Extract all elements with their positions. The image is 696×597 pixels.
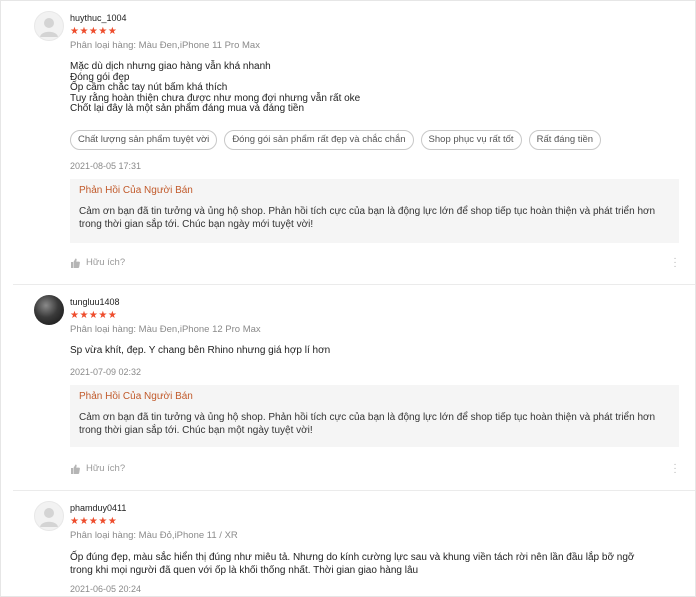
seller-reply-title: Phản Hồi Của Người Bán — [79, 185, 193, 196]
review-content: Sp vừa khít, đẹp. Y chang bên Rhino nhưn… — [70, 345, 670, 357]
thumb-up-icon — [71, 258, 80, 268]
review-line: Ốp cầm chắc tay nút bấm khá thích — [70, 82, 228, 93]
rating-stars: ★★★★★ — [70, 310, 118, 321]
review-line: Chốt lại đây là một sản phẩm đáng mua và… — [70, 103, 305, 114]
review-timestamp: 2021-06-05 20:24 — [70, 584, 142, 594]
seller-reply-text: Cảm ơn bạn đã tin tưởng và ủng hộ shop. … — [79, 412, 656, 436]
review-line: trong khi mọi người đã quen với ốp là kh… — [70, 565, 419, 576]
review-tags: Chất lượng sản phẩm tuyệt vời Đóng gói s… — [70, 130, 602, 150]
product-variant: Phân loại hàng: Màu Đỏ,iPhone 11 / XR — [70, 530, 238, 541]
helpful-label: Hữu ích? — [86, 463, 126, 474]
rating-stars: ★★★★★ — [70, 26, 118, 37]
review-line: Sp vừa khít, đẹp. Y chang bên Rhino nhưn… — [70, 345, 331, 356]
seller-reply-text: Cảm ơn bạn đã tin tưởng và ủng hộ shop. … — [79, 206, 656, 230]
helpful-button[interactable]: Hữu ích? — [70, 257, 125, 268]
more-vertical-icon[interactable]: · · · — [673, 254, 677, 272]
product-variant: Phân loại hàng: Màu Đen,iPhone 11 Pro Ma… — [70, 40, 260, 51]
review-content: Ốp đúng đẹp, màu sắc hiển thị đúng như m… — [70, 551, 670, 577]
more-vertical-icon[interactable]: · · · — [673, 460, 677, 478]
review-line: Mặc dù dịch nhưng giao hàng vẫn khá nhan… — [70, 61, 271, 72]
divider — [13, 490, 695, 491]
rating-stars: ★★★★★ — [70, 516, 118, 527]
review-timestamp: 2021-07-09 02:32 — [70, 367, 142, 377]
helpful-label: Hữu ích? — [86, 257, 126, 268]
review-tag: Chất lượng sản phẩm tuyệt vời — [70, 130, 218, 150]
username[interactable]: phamduy0411 — [70, 503, 126, 513]
review-tag: Đóng gói sản phẩm rất đẹp và chắc chắn — [224, 130, 414, 150]
review-timestamp: 2021-08-05 17:31 — [70, 161, 142, 171]
username[interactable]: huythuc_1004 — [70, 13, 127, 23]
review-list: huythuc_1004 ★★★★★ Phân loại hàng: Màu Đ… — [0, 0, 696, 597]
review-tag: Rất đáng tiền — [528, 130, 602, 150]
avatar[interactable] — [34, 501, 64, 531]
avatar[interactable] — [34, 295, 64, 325]
avatar[interactable] — [34, 11, 64, 41]
review-content: Mặc dù dịch nhưng giao hàng vẫn khá nhan… — [70, 61, 670, 115]
seller-reply: Phản Hồi Của Người Bán Cảm ơn bạn đã tin… — [70, 179, 679, 243]
helpful-button[interactable]: Hữu ích? — [70, 463, 125, 474]
review-tag: Shop phục vụ rất tốt — [420, 130, 522, 150]
seller-reply-title: Phản Hồi Của Người Bán — [79, 391, 193, 402]
seller-reply: Phản Hồi Của Người Bán Cảm ơn bạn đã tin… — [70, 385, 679, 447]
username[interactable]: tungluu1408 — [70, 297, 120, 307]
review-line: Ốp đúng đẹp, màu sắc hiển thị đúng như m… — [70, 552, 635, 563]
user-icon — [40, 508, 58, 527]
product-variant: Phân loại hàng: Màu Đen,iPhone 12 Pro Ma… — [70, 324, 261, 335]
thumb-up-icon — [71, 464, 80, 474]
divider — [13, 284, 695, 285]
user-icon — [40, 18, 58, 37]
